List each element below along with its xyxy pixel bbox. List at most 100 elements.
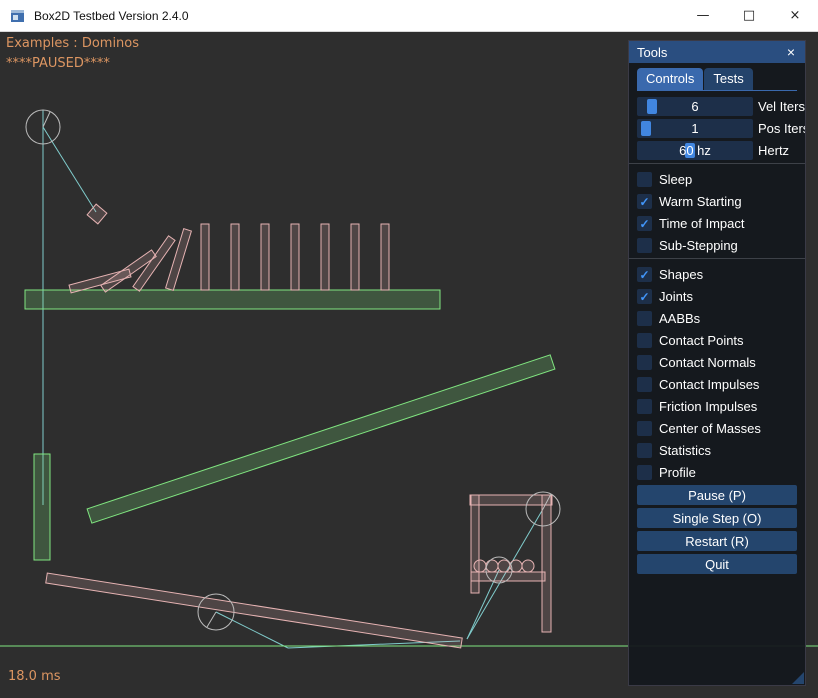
pos-iters-slider[interactable]: 1 xyxy=(637,119,753,138)
domino xyxy=(291,224,299,290)
checkbox-label: Contact Points xyxy=(659,333,744,348)
check-icon: ✓ xyxy=(639,291,649,303)
vel-iters-value: 6 xyxy=(637,97,753,116)
frame-top-bar xyxy=(470,495,552,505)
restart-button[interactable]: Restart (R) xyxy=(637,531,797,551)
checkbox-box[interactable]: ✓ xyxy=(637,194,652,209)
pos-iters-label: Pos Iters xyxy=(758,121,805,136)
checkbox-label: Contact Impulses xyxy=(659,377,759,392)
checkbox-box[interactable]: ✓ xyxy=(637,399,652,414)
checkbox-warm-starting[interactable]: ✓ Warm Starting xyxy=(637,192,797,211)
small-ball xyxy=(486,560,498,572)
checkbox-box[interactable]: ✓ xyxy=(637,289,652,304)
tools-window: Tools × Controls Tests 6 Vel Iters 1 Pos… xyxy=(628,40,806,686)
domino xyxy=(351,224,359,290)
window-controls: — □ × xyxy=(680,0,818,32)
domino xyxy=(201,224,209,290)
vel-iters-label: Vel Iters xyxy=(758,99,805,114)
seesaw-plank xyxy=(46,573,462,648)
small-ball xyxy=(522,560,534,572)
checkbox-statistics[interactable]: ✓ Statistics xyxy=(637,441,797,460)
checkbox-box[interactable]: ✓ xyxy=(637,355,652,370)
checkbox-box[interactable]: ✓ xyxy=(637,443,652,458)
separator xyxy=(629,258,805,259)
tools-body: Controls Tests 6 Vel Iters 1 Pos Iters 6… xyxy=(629,63,805,685)
checkbox-time-of-impact[interactable]: ✓ Time of Impact xyxy=(637,214,797,233)
close-icon[interactable]: × xyxy=(772,0,818,32)
joint-lines xyxy=(43,110,543,648)
checkbox-sleep[interactable]: ✓ Sleep xyxy=(637,170,797,189)
tab-tests[interactable]: Tests xyxy=(704,68,752,90)
checkbox-sub-stepping[interactable]: ✓ Sub-Stepping xyxy=(637,236,797,255)
checkbox-box[interactable]: ✓ xyxy=(637,238,652,253)
checkbox-label: Shapes xyxy=(659,267,703,282)
circle-radius-line xyxy=(43,112,50,127)
tools-titlebar[interactable]: Tools × xyxy=(629,41,805,63)
example-label: Examples : Dominos xyxy=(6,36,139,51)
pos-iters-row: 1 Pos Iters xyxy=(637,119,797,138)
domino xyxy=(381,224,389,290)
tab-controls[interactable]: Controls xyxy=(637,68,703,90)
pause-button[interactable]: Pause (P) xyxy=(637,485,797,505)
window-title: Box2D Testbed Version 2.4.0 xyxy=(34,9,189,23)
circle-radius-line xyxy=(207,612,216,627)
checkbox-contact-impulses[interactable]: ✓ Contact Impulses xyxy=(637,375,797,394)
pendulum-box xyxy=(87,204,107,224)
checkbox-box[interactable]: ✓ xyxy=(637,267,652,282)
checkbox-shapes[interactable]: ✓ Shapes xyxy=(637,265,797,284)
checkbox-label: Center of Masses xyxy=(659,421,761,436)
checkbox-box[interactable]: ✓ xyxy=(637,377,652,392)
checkbox-label: Warm Starting xyxy=(659,194,742,209)
window-titlebar[interactable]: Box2D Testbed Version 2.4.0 — □ × xyxy=(0,0,818,32)
hertz-label: Hertz xyxy=(758,143,789,158)
frame-time-label: 18.0 ms xyxy=(8,669,61,684)
dynamic-bodies[interactable] xyxy=(46,204,552,648)
app-icon xyxy=(10,8,26,24)
check-icon: ✓ xyxy=(639,218,649,230)
checkbox-joints[interactable]: ✓ Joints xyxy=(637,287,797,306)
small-ball xyxy=(498,560,510,572)
checkbox-label: AABBs xyxy=(659,311,700,326)
checkbox-box[interactable]: ✓ xyxy=(637,333,652,348)
checkbox-label: Sub-Stepping xyxy=(659,238,738,253)
checkbox-contact-points[interactable]: ✓ Contact Points xyxy=(637,331,797,350)
checkbox-contact-normals[interactable]: ✓ Contact Normals xyxy=(637,353,797,372)
paused-label: ****PAUSED**** xyxy=(6,56,110,71)
quit-button[interactable]: Quit xyxy=(637,554,797,574)
domino xyxy=(231,224,239,290)
pos-iters-value: 1 xyxy=(637,119,753,138)
resize-grip[interactable] xyxy=(792,672,804,684)
checkbox-profile[interactable]: ✓ Profile xyxy=(637,463,797,482)
checkbox-aabbs[interactable]: ✓ AABBs xyxy=(637,309,797,328)
checkbox-box[interactable]: ✓ xyxy=(637,311,652,326)
tab-bar: Controls Tests xyxy=(637,68,797,91)
checkbox-box[interactable]: ✓ xyxy=(637,216,652,231)
checkbox-box[interactable]: ✓ xyxy=(637,465,652,480)
check-icon: ✓ xyxy=(639,196,649,208)
checkbox-label: Sleep xyxy=(659,172,692,187)
circle-bodies[interactable] xyxy=(26,110,560,630)
checkbox-label: Contact Normals xyxy=(659,355,756,370)
tools-title: Tools xyxy=(637,45,783,60)
frame-right-post xyxy=(542,495,551,632)
maximize-icon[interactable]: □ xyxy=(726,0,772,32)
separator xyxy=(629,163,805,164)
domino xyxy=(321,224,329,290)
checkbox-friction-impulses[interactable]: ✓ Friction Impulses xyxy=(637,397,797,416)
hertz-slider[interactable]: 60 hz xyxy=(637,141,753,160)
tools-close-icon[interactable]: × xyxy=(783,44,799,60)
small-ball xyxy=(474,560,486,572)
minimize-icon[interactable]: — xyxy=(680,0,726,32)
checkbox-label: Statistics xyxy=(659,443,711,458)
checkbox-label: Joints xyxy=(659,289,693,304)
domino xyxy=(261,224,269,290)
box-joint-line xyxy=(43,127,96,212)
single-step-button[interactable]: Single Step (O) xyxy=(637,508,797,528)
hertz-value: 60 hz xyxy=(637,141,753,160)
vel-iters-slider[interactable]: 6 xyxy=(637,97,753,116)
checkbox-box[interactable]: ✓ xyxy=(637,421,652,436)
domino-shelf xyxy=(25,290,440,309)
checkbox-box[interactable]: ✓ xyxy=(637,172,652,187)
checkbox-label: Profile xyxy=(659,465,696,480)
checkbox-center-of-masses[interactable]: ✓ Center of Masses xyxy=(637,419,797,438)
